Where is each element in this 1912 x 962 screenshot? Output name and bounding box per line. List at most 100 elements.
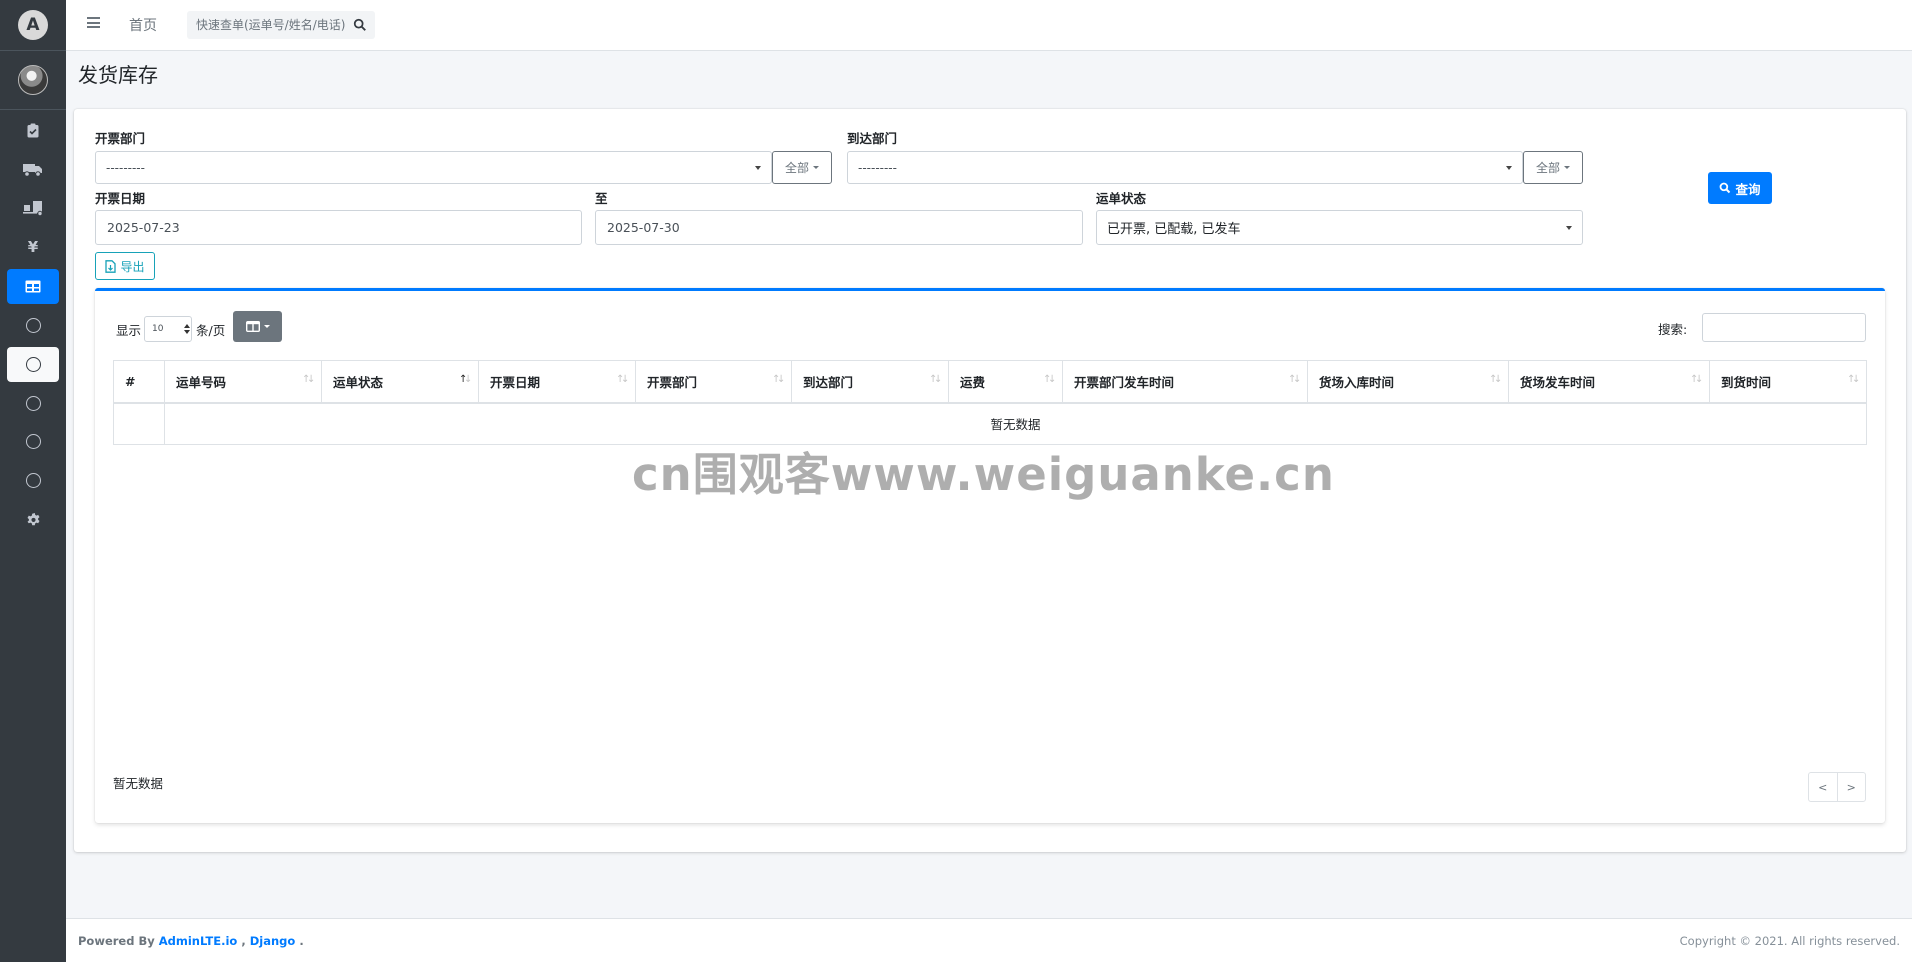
inventory-table: # 运单号码 运单状态 开票日期 开票部门 到达部门 运费 开票部门发车时间 货…: [113, 360, 1867, 445]
caret-down-icon: [1564, 166, 1570, 169]
logo-icon: A: [18, 10, 48, 40]
issue-dept-select[interactable]: ---------: [95, 151, 772, 184]
sort-icon: [1288, 374, 1301, 387]
per-page-label: 条/页: [196, 323, 226, 338]
sidebar-item-settings[interactable]: [7, 502, 59, 537]
sort-icon: [1690, 374, 1703, 387]
arrive-dept-select[interactable]: ---------: [847, 151, 1523, 184]
sidebar-item-circle-3[interactable]: [7, 386, 59, 421]
footer-separator: ,: [241, 934, 246, 948]
chevron-down-icon: [1566, 226, 1572, 230]
sort-icon: [1043, 374, 1056, 387]
circle-icon: [25, 396, 41, 411]
query-button[interactable]: 查询: [1708, 172, 1772, 204]
arrive-dept-label: 到达部门: [847, 131, 898, 146]
search-icon[interactable]: [353, 18, 367, 32]
next-page-button[interactable]: >: [1838, 773, 1866, 801]
avatar[interactable]: [18, 65, 48, 95]
brand-logo[interactable]: A: [0, 0, 66, 51]
caret-down-icon: [813, 166, 819, 169]
issue-dept-value: ---------: [106, 160, 145, 175]
sort-icon: [929, 374, 942, 387]
pagination: < >: [1808, 772, 1866, 802]
page-length-value: 10: [152, 324, 164, 334]
column-header-label: 运单状态: [333, 374, 384, 390]
column-header-label: 到达部门: [803, 374, 854, 390]
column-visibility-button[interactable]: [233, 311, 282, 342]
sort-asc-icon: [459, 374, 472, 387]
quick-search-input[interactable]: [187, 12, 347, 38]
circle-icon: [25, 434, 41, 449]
column-header-label: 运单号码: [176, 374, 227, 390]
sidebar: A ¥: [0, 0, 66, 962]
user-panel[interactable]: [0, 51, 66, 110]
sidebar-item-circle-4[interactable]: [7, 424, 59, 459]
arrive-dept-all-label: 全部: [1535, 161, 1560, 175]
sort-icon: [1489, 374, 1502, 387]
issue-dept-all-label: 全部: [784, 161, 809, 175]
sidebar-item-clipboard[interactable]: [7, 113, 59, 148]
column-header-issue-dept[interactable]: 开票部门: [635, 360, 792, 404]
circle-icon: [25, 318, 41, 333]
prev-page-button[interactable]: <: [1809, 773, 1838, 801]
watermark: cn围观客www.weiguanke.cn: [632, 448, 1335, 501]
django-link[interactable]: Django: [250, 934, 296, 948]
circle-icon: [25, 473, 41, 488]
clipboard-icon: [27, 123, 39, 138]
sidebar-item-circle-1[interactable]: [7, 308, 59, 343]
table-icon: [25, 280, 41, 293]
export-button-label: 导出: [120, 259, 145, 274]
top-navbar: 首页: [66, 0, 1912, 51]
chevron-down-icon: [1506, 166, 1512, 170]
footer: Powered By AdminLTE.io , Django . Copyri…: [66, 918, 1912, 962]
truck-icon: [23, 163, 42, 177]
status-select[interactable]: 已开票, 已配载, 已发车: [1096, 210, 1583, 245]
date-to-label: 至: [595, 191, 608, 206]
sidebar-item-circle-5[interactable]: [7, 463, 59, 498]
column-header-label: 到货时间: [1721, 374, 1772, 390]
column-header-index[interactable]: #: [113, 360, 165, 404]
adminlte-link[interactable]: AdminLTE.io: [159, 934, 238, 948]
column-header-yard-in-time[interactable]: 货场入库时间: [1307, 360, 1509, 404]
footer-credits: Powered By AdminLTE.io , Django .: [78, 934, 304, 948]
truck-loading-icon: [23, 201, 43, 216]
issue-dept-label: 开票部门: [95, 131, 146, 146]
column-header-label: 开票日期: [490, 374, 541, 390]
column-header-waybill-no[interactable]: 运单号码: [164, 360, 322, 404]
column-header-freight[interactable]: 运费: [948, 360, 1063, 404]
sidebar-item-truck-loading[interactable]: [7, 191, 59, 226]
sidebar-item-truck[interactable]: [7, 152, 59, 187]
chevron-down-icon: [755, 166, 761, 170]
column-header-yard-depart-time[interactable]: 货场发车时间: [1508, 360, 1710, 404]
table-info: 暂无数据: [113, 776, 164, 791]
sort-icon: [616, 374, 629, 387]
column-header-label: 开票部门发车时间: [1074, 374, 1175, 390]
file-export-icon: [105, 259, 117, 273]
date-from-input[interactable]: 2025-07-23: [95, 210, 582, 245]
column-header-arrival-time[interactable]: 到货时间: [1709, 360, 1867, 404]
sort-icon: [772, 374, 785, 387]
column-header-dept-depart-time[interactable]: 开票部门发车时间: [1062, 360, 1308, 404]
export-button[interactable]: 导出: [95, 252, 155, 280]
copyright-text: Copyright © 2021. All rights reserved.: [1679, 934, 1900, 948]
column-header-arrive-dept[interactable]: 到达部门: [791, 360, 949, 404]
powered-by-text: Powered By: [78, 934, 155, 948]
page-length-select[interactable]: 10: [144, 316, 192, 342]
sidebar-item-finance[interactable]: ¥: [7, 229, 59, 264]
arrive-dept-all-button[interactable]: 全部: [1523, 151, 1583, 184]
column-header-status[interactable]: 运单状态: [321, 360, 479, 404]
issue-dept-all-button[interactable]: 全部: [772, 151, 832, 184]
sidebar-item-inventory[interactable]: [7, 269, 59, 304]
query-button-label: 查询: [1735, 181, 1761, 197]
gear-icon: [27, 512, 39, 526]
search-icon: [1720, 182, 1731, 194]
table-search-input[interactable]: [1702, 313, 1866, 342]
column-header-issue-date[interactable]: 开票日期: [478, 360, 636, 404]
sidebar-item-circle-2[interactable]: [7, 347, 59, 382]
arrive-dept-value: ---------: [858, 160, 897, 175]
search-label: 搜索:: [1658, 322, 1688, 337]
menu-toggle-icon[interactable]: [87, 17, 100, 28]
column-header-label: 运费: [960, 374, 986, 390]
nav-home-link[interactable]: 首页: [129, 15, 157, 35]
date-to-input[interactable]: 2025-07-30: [595, 210, 1083, 245]
